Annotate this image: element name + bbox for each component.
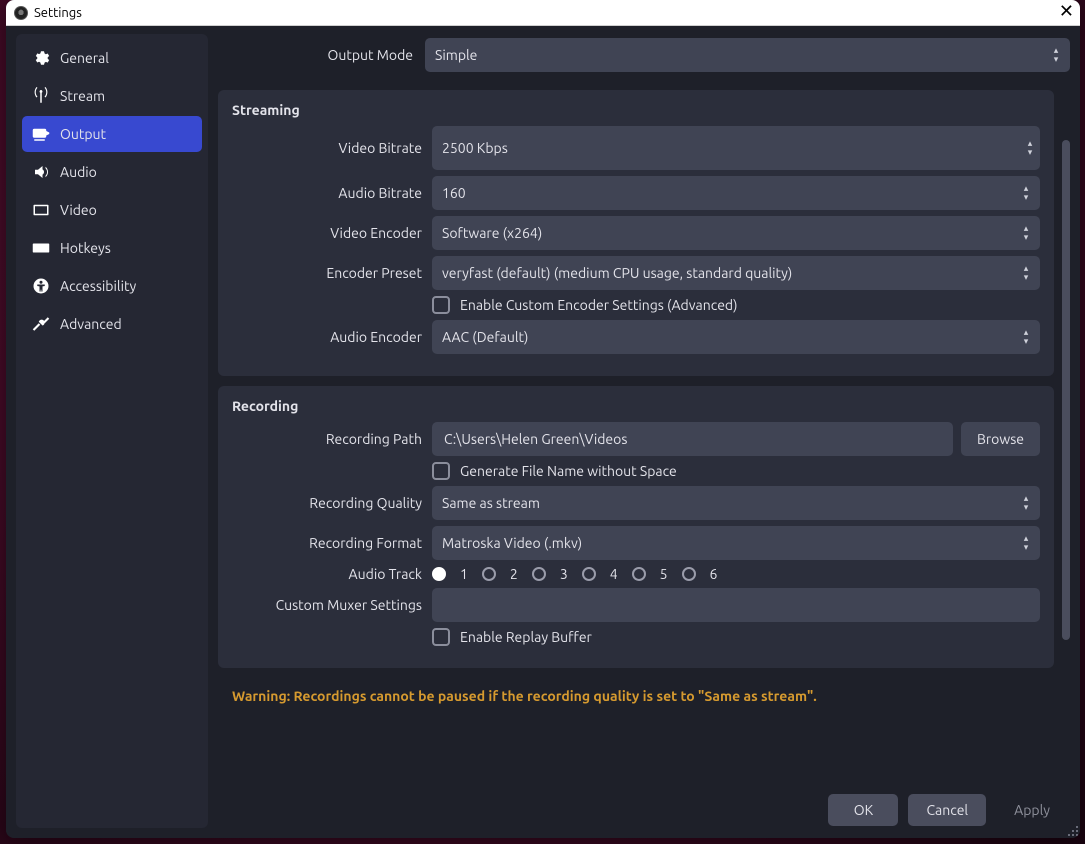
audio-track-label: Audio Track <box>232 566 422 582</box>
audio-track-2-radio[interactable] <box>482 567 496 581</box>
video-icon <box>32 201 50 219</box>
dialog-footer: OK Cancel Apply <box>218 788 1070 828</box>
output-mode-select[interactable]: Simple ▴▾ <box>425 38 1070 72</box>
video-bitrate-spin[interactable]: 2500 Kbps ▴▾ <box>432 126 1040 170</box>
streaming-section: Streaming Video Bitrate 2500 Kbps ▴▾ <box>218 90 1054 376</box>
accessibility-icon <box>32 277 50 295</box>
sidebar-item-advanced[interactable]: Advanced <box>22 306 202 342</box>
output-icon <box>32 125 50 143</box>
window-title: Settings <box>34 6 82 20</box>
audio-encoder-label: Audio Encoder <box>232 329 422 345</box>
chevron-updown-icon: ▴▾ <box>1012 486 1040 520</box>
antenna-icon <box>32 87 50 105</box>
chevron-updown-icon: ▴▾ <box>1012 526 1040 560</box>
sidebar-item-label: Output <box>60 126 106 142</box>
video-encoder-label: Video Encoder <box>232 225 422 241</box>
close-icon[interactable]: ✕ <box>1059 2 1074 20</box>
browse-button[interactable]: Browse <box>961 422 1040 456</box>
sidebar-item-label: Video <box>60 202 97 218</box>
recording-quality-select[interactable]: Same as stream ▴▾ <box>432 486 1040 520</box>
audio-track-3-radio[interactable] <box>532 567 546 581</box>
sidebar-item-label: Stream <box>60 88 105 104</box>
audio-track-radios: 1 2 3 4 5 6 <box>432 566 717 582</box>
chevron-updown-icon: ▴▾ <box>1012 320 1040 354</box>
obs-icon <box>14 6 28 20</box>
chevron-updown-icon: ▴▾ <box>1012 216 1040 250</box>
chevron-updown-icon: ▴▾ <box>1012 256 1040 290</box>
audio-bitrate-select[interactable]: 160 ▴▾ <box>432 176 1040 210</box>
custom-muxer-label: Custom Muxer Settings <box>232 597 422 613</box>
audio-icon <box>32 163 50 181</box>
audio-encoder-select[interactable]: AAC (Default) ▴▾ <box>432 320 1040 354</box>
recording-title: Recording <box>232 398 1040 414</box>
checkbox-icon <box>432 296 450 314</box>
sidebar-item-label: Audio <box>60 164 97 180</box>
recording-format-label: Recording Format <box>232 535 422 551</box>
custom-muxer-input[interactable] <box>432 588 1040 622</box>
vertical-scrollbar[interactable] <box>1060 90 1070 778</box>
spin-arrows-icon: ▴▾ <box>1020 126 1040 170</box>
sidebar-item-stream[interactable]: Stream <box>22 78 202 114</box>
checkbox-icon <box>432 462 450 480</box>
titlebar: Settings ✕ <box>6 0 1080 26</box>
audio-bitrate-label: Audio Bitrate <box>232 185 422 201</box>
recording-section: Recording Recording Path Browse <box>218 386 1054 668</box>
recording-format-select[interactable]: Matroska Video (.mkv) ▴▾ <box>432 526 1040 560</box>
audio-track-1-radio[interactable] <box>432 567 446 581</box>
recording-warning: Warning: Recordings cannot be paused if … <box>218 678 1054 708</box>
resize-grip-icon[interactable] <box>1062 820 1080 838</box>
video-bitrate-label: Video Bitrate <box>232 140 422 156</box>
tools-icon <box>32 315 50 333</box>
output-mode-row: Output Mode Simple ▴▾ <box>218 34 1070 80</box>
sidebar-item-label: General <box>60 50 109 66</box>
settings-sidebar: General Stream Output <box>16 34 208 828</box>
sidebar-item-label: Hotkeys <box>60 240 111 256</box>
streaming-title: Streaming <box>232 102 1040 118</box>
video-encoder-select[interactable]: Software (x264) ▴▾ <box>432 216 1040 250</box>
sidebar-item-general[interactable]: General <box>22 40 202 76</box>
sidebar-item-audio[interactable]: Audio <box>22 154 202 190</box>
chevron-updown-icon: ▴▾ <box>1042 38 1070 72</box>
recording-quality-label: Recording Quality <box>232 495 422 511</box>
recording-path-label: Recording Path <box>232 431 422 447</box>
audio-track-5-radio[interactable] <box>632 567 646 581</box>
encoder-preset-select[interactable]: veryfast (default) (medium CPU usage, st… <box>432 256 1040 290</box>
gear-icon <box>32 49 50 67</box>
ok-button[interactable]: OK <box>828 794 898 826</box>
sidebar-item-label: Accessibility <box>60 278 136 294</box>
settings-window: Settings ✕ General Stream <box>6 0 1080 838</box>
output-mode-label: Output Mode <box>218 47 413 63</box>
encoder-preset-label: Encoder Preset <box>232 265 422 281</box>
checkbox-icon <box>432 628 450 646</box>
filename-no-space-checkbox[interactable]: Generate File Name without Space <box>432 462 677 480</box>
sidebar-item-accessibility[interactable]: Accessibility <box>22 268 202 304</box>
cancel-button[interactable]: Cancel <box>908 794 986 826</box>
enable-replay-buffer-checkbox[interactable]: Enable Replay Buffer <box>432 628 592 646</box>
sidebar-item-hotkeys[interactable]: Hotkeys <box>22 230 202 266</box>
enable-custom-encoder-checkbox[interactable]: Enable Custom Encoder Settings (Advanced… <box>432 296 738 314</box>
apply-button[interactable]: Apply <box>996 794 1068 826</box>
settings-main: Output Mode Simple ▴▾ Streaming Video Bi… <box>218 34 1070 828</box>
keyboard-icon <box>32 239 50 257</box>
sidebar-item-video[interactable]: Video <box>22 192 202 228</box>
sidebar-item-output[interactable]: Output <box>22 116 202 152</box>
sidebar-item-label: Advanced <box>60 316 122 332</box>
scrollbar-thumb[interactable] <box>1062 140 1070 640</box>
chevron-updown-icon: ▴▾ <box>1012 176 1040 210</box>
recording-path-input[interactable] <box>432 422 953 456</box>
audio-track-6-radio[interactable] <box>682 567 696 581</box>
audio-track-4-radio[interactable] <box>582 567 596 581</box>
